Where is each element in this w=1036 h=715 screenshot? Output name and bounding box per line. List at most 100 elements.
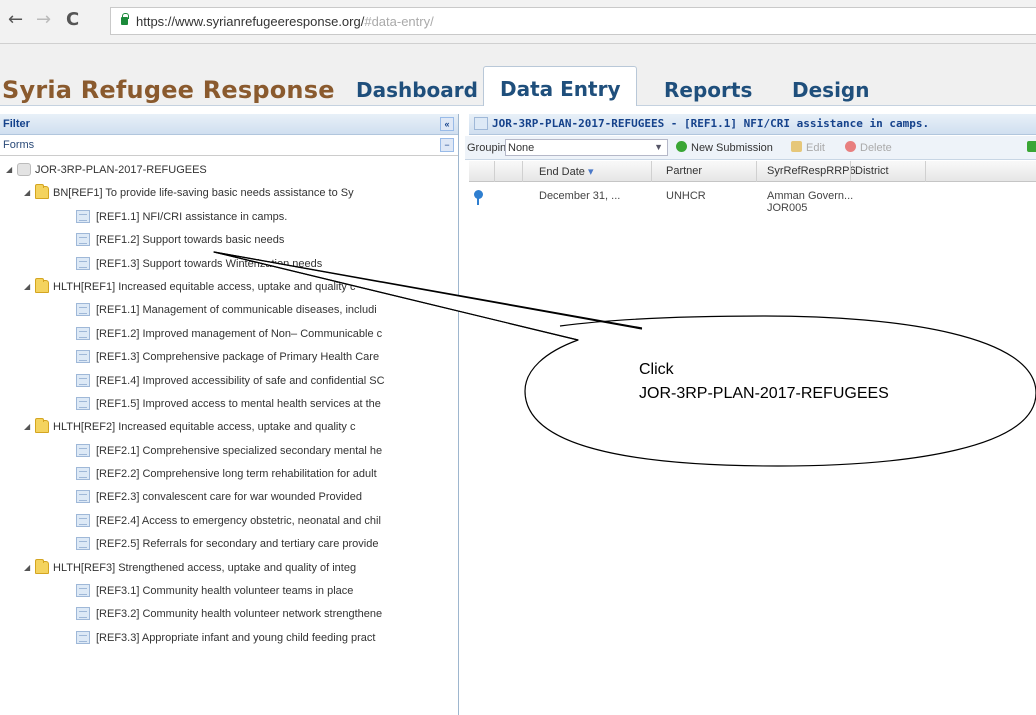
expand-toggle-icon[interactable]: ◢ [24, 563, 30, 572]
cell-end-date: December 31, ... [539, 190, 621, 202]
col-end-date[interactable]: End Date ▾ [539, 165, 593, 186]
tree-form-item[interactable]: [REF2.5] Referrals for secondary and ter… [0, 533, 458, 556]
form-icon [76, 350, 90, 364]
form-icon [76, 630, 90, 644]
tree-folder[interactable]: ◢ BN[REF1] To provide life-saving basic n… [0, 182, 458, 205]
tab-reports[interactable]: Reports [664, 78, 752, 102]
col-separator [651, 161, 652, 182]
tree-form-item[interactable]: [REF1.2] Support towards basic needs [0, 229, 458, 252]
tree-form-item[interactable]: [REF2.3] convalescent care for war wound… [0, 486, 458, 509]
more-icon[interactable] [1027, 141, 1036, 154]
col-separator [850, 161, 851, 182]
tree-database[interactable]: ◢ JOR-3RP-PLAN-2017-REFUGEES [0, 159, 458, 182]
forms-panel: Filter « Forms − ◢ JOR-3RP-PLAN-2017-REFU… [0, 114, 459, 715]
tree-item-label: [REF3.1] Community health volunteer team… [96, 585, 354, 598]
tree-form-item[interactable]: [REF2.4] Access to emergency obstetric, … [0, 510, 458, 533]
tree-form-item[interactable]: [REF3.1] Community health volunteer team… [0, 580, 458, 603]
col-partner[interactable]: Partner [666, 165, 702, 186]
delete-button[interactable]: Delete [845, 141, 892, 154]
tab-dashboard[interactable]: Dashboard [356, 78, 478, 102]
form-icon [76, 233, 90, 247]
col-location[interactable]: SyrRefRespRRP6 [767, 165, 856, 186]
tree-item-label: BN[REF1] To provide life-saving basic ne… [53, 187, 354, 200]
delete-label: Delete [860, 142, 892, 154]
add-icon [676, 141, 687, 152]
tree-form-item[interactable]: [REF1.2] Improved management of Non– Com… [0, 323, 458, 346]
tree-item-label: [REF1.4] Improved accessibility of safe … [96, 374, 385, 387]
form-icon [76, 513, 90, 527]
filter-header: Filter « [0, 114, 458, 135]
lock-icon [121, 13, 129, 25]
collapse-forms-button[interactable]: − [440, 138, 454, 152]
tree-item-label: [REF1.1] Management of communicable dise… [96, 304, 377, 317]
form-title: JOR-3RP-PLAN-2017-REFUGEES - [REF1.1] NF… [492, 117, 930, 130]
tree-item-label: [REF2.2] Comprehensive long term rehabil… [96, 468, 377, 481]
tree-form-item[interactable]: [REF1.1] Management of communicable dise… [0, 299, 458, 322]
tree-item-label: HLTH[REF3] Strengthened access, uptake a… [53, 561, 357, 574]
reload-icon[interactable]: C [66, 9, 79, 30]
tree-item-label: [REF1.3] Comprehensive package of Primar… [96, 351, 380, 364]
tree-form-item[interactable]: [REF1.4] Improved accessibility of safe … [0, 370, 458, 393]
form-icon [76, 209, 90, 223]
forms-label: Forms [3, 139, 35, 151]
form-icon [76, 490, 90, 504]
forward-arrow-icon[interactable]: → [36, 9, 51, 30]
tree-item-label: HLTH[REF2] Increased equitable access, u… [53, 421, 356, 434]
filter-label: Filter [3, 118, 30, 130]
tree-folder[interactable]: ◢ HLTH[REF2] Increased equitable access, … [0, 416, 458, 439]
expand-toggle-icon[interactable]: ◢ [24, 282, 30, 291]
extra-action-icon [1027, 141, 1036, 152]
edit-button[interactable]: Edit [791, 141, 825, 154]
cell-location-line2: JOR005 [767, 202, 808, 214]
table-row[interactable]: December 31, ... UNHCR Amman Govern... JO… [469, 184, 1036, 218]
col-district[interactable]: District [855, 165, 889, 186]
grouping-select[interactable]: None ▼ [505, 139, 668, 156]
expand-toggle-icon[interactable]: ◢ [6, 165, 12, 174]
folder-icon [35, 184, 49, 200]
sort-desc-icon: ▾ [587, 166, 594, 178]
tree-item-label: [REF1.2] Support towards basic needs [96, 234, 285, 247]
form-submissions-panel: JOR-3RP-PLAN-2017-REFUGEES - [REF1.1] NF… [465, 114, 1036, 715]
collapse-panel-button[interactable]: « [440, 117, 454, 131]
form-icon [76, 584, 90, 598]
callout-line1: Click [639, 361, 674, 378]
tree-form-item[interactable]: [REF1.3] Comprehensive package of Primar… [0, 346, 458, 369]
cell-location: Amman Govern... JOR005 [767, 190, 853, 214]
tree-item-label: [REF2.3] convalescent care for war wound… [96, 491, 362, 504]
expand-toggle-icon[interactable]: ◢ [24, 422, 30, 431]
tree-form-item[interactable]: [REF3.3] Appropriate infant and young ch… [0, 627, 458, 650]
pencil-icon [791, 141, 802, 152]
database-icon [17, 163, 31, 176]
chevron-down-icon: ▼ [654, 142, 663, 152]
app-header: Syria Refugee Response Dashboard Data En… [0, 44, 1036, 106]
delete-icon [845, 141, 856, 152]
tree-item-label: [REF1.5] Improved access to mental healt… [96, 397, 381, 410]
tab-data-entry[interactable]: Data Entry [483, 66, 638, 106]
tree-form-item[interactable]: [REF2.2] Comprehensive long term rehabil… [0, 463, 458, 486]
col-separator [522, 161, 523, 182]
cell-location-line1: Amman Govern... [767, 190, 854, 202]
grouping-value: None [508, 142, 535, 154]
url-field[interactable]: https://www.syrianrefugeeresponse.org/#d… [110, 7, 1036, 35]
form-icon [76, 443, 90, 457]
callout-text: Click JOR-3RP-PLAN-2017-REFUGEES [639, 358, 889, 406]
tree-form-item[interactable]: [REF1.3] Support towards Winterization n… [0, 253, 458, 276]
tree-form-item[interactable]: [REF2.1] Comprehensive specialized secon… [0, 440, 458, 463]
browser-address-bar: ← → C https://www.syrianrefugeeresponse.… [0, 0, 1036, 44]
col-end-date-label: End Date [539, 166, 585, 178]
tab-design[interactable]: Design [792, 78, 869, 102]
tree-form-item[interactable]: [REF1.5] Improved access to mental healt… [0, 393, 458, 416]
tree-item-label: [REF3.2] Community health volunteer netw… [96, 608, 383, 621]
expand-toggle-icon[interactable]: ◢ [24, 188, 30, 197]
tree-folder[interactable]: ◢ HLTH[REF1] Increased equitable access, … [0, 276, 458, 299]
tree-form-item[interactable]: [REF1.1] NFI/CRI assistance in camps. [0, 206, 458, 229]
form-icon [76, 537, 90, 551]
col-separator [925, 161, 926, 182]
form-icon [76, 373, 90, 387]
tree-item-label: [REF3.3] Appropriate infant and young ch… [96, 631, 376, 644]
new-submission-button[interactable]: New Submission [676, 141, 773, 154]
folder-icon [35, 558, 49, 574]
tree-form-item[interactable]: [REF3.2] Community health volunteer netw… [0, 603, 458, 626]
tree-folder[interactable]: ◢ HLTH[REF3] Strengthened access, uptake … [0, 557, 458, 580]
back-arrow-icon[interactable]: ← [8, 9, 23, 30]
